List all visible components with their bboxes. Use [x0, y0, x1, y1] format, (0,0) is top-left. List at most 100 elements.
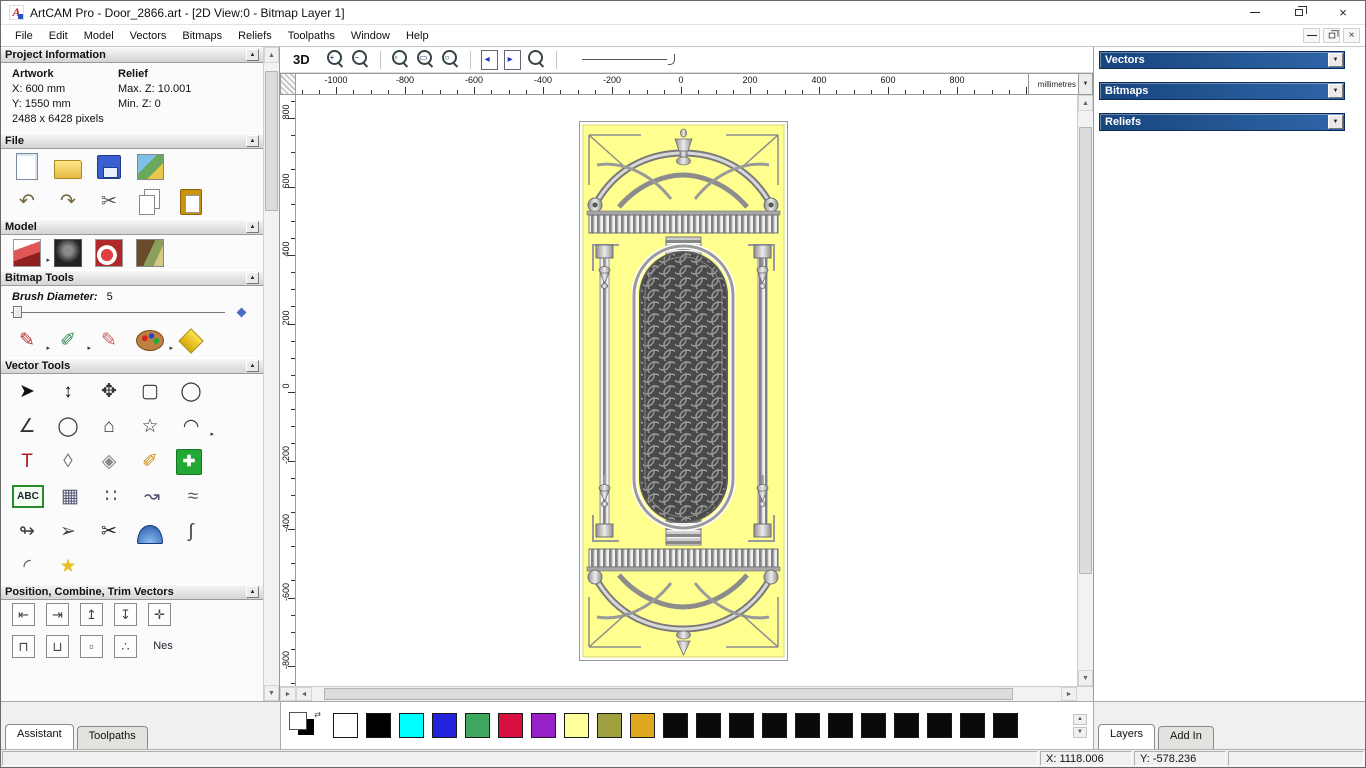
- flyout-arrow-icon[interactable]: ▸: [169, 345, 173, 352]
- redo-icon[interactable]: ↷: [53, 187, 83, 216]
- flood-fill-icon[interactable]: [176, 326, 206, 355]
- open-file-icon[interactable]: [53, 152, 83, 181]
- next-bitmap-layer-icon[interactable]: ▸: [503, 49, 521, 70]
- align-bottom-icon[interactable]: ↧: [114, 603, 137, 626]
- join-vectors-icon[interactable]: ↬: [12, 517, 42, 546]
- palette-scroll-up-icon[interactable]: ▲: [1073, 713, 1087, 725]
- ruler-units-dropdown[interactable]: millimetres ▼: [1029, 73, 1093, 95]
- collapse-section-icon[interactable]: ▲: [246, 135, 259, 147]
- vertical-ruler[interactable]: 800 600 400 200 0 -200 -400 -600 -800: [280, 95, 296, 686]
- scroll-down-icon[interactable]: ▼: [264, 685, 279, 701]
- create-star-icon[interactable]: ☆: [135, 412, 165, 441]
- zoom-fit-icon[interactable]: ▭: [415, 49, 436, 70]
- palette-swatch-7[interactable]: [564, 713, 589, 738]
- slider-thumb[interactable]: [13, 306, 22, 318]
- palette-swatch-13[interactable]: [762, 713, 787, 738]
- scroll-up-icon[interactable]: ▲: [264, 47, 279, 63]
- paint-selective-icon[interactable]: ✐ ▸: [53, 326, 91, 355]
- palette-swatch-1[interactable]: [366, 713, 391, 738]
- sculpt-model-icon[interactable]: [94, 238, 124, 267]
- colour-palette-icon[interactable]: ▸: [135, 326, 173, 355]
- cut-icon[interactable]: ✂: [94, 187, 124, 216]
- line-width-slider[interactable]: [581, 54, 675, 65]
- horizontal-ruler[interactable]: -1000 -800 -600 -400 -200 0 200 400 600 800: [296, 73, 1029, 95]
- paste-along-curve-icon[interactable]: ↝: [137, 482, 167, 511]
- draw-colour-icon[interactable]: ✎: [94, 326, 124, 355]
- door-artwork[interactable]: [579, 121, 788, 661]
- flyout-arrow-icon[interactable]: ▸: [46, 345, 50, 352]
- close-button[interactable]: ×: [1321, 1, 1365, 24]
- panel-header-bitmaps[interactable]: Bitmaps ▼: [1099, 82, 1345, 100]
- menu-bitmaps[interactable]: Bitmaps: [174, 28, 230, 44]
- trim-vectors-icon[interactable]: ✂: [94, 517, 124, 546]
- palette-swatch-18[interactable]: [927, 713, 952, 738]
- texture-relief-icon[interactable]: [135, 238, 165, 267]
- title-bar[interactable]: A ArtCAM Pro - Door_2866.art - [2D View:…: [1, 1, 1365, 25]
- create-rectangle-icon[interactable]: ▢: [135, 377, 165, 406]
- palette-swatch-12[interactable]: [729, 713, 754, 738]
- section-header-model[interactable]: Model ▲: [1, 219, 263, 235]
- scroll-down-icon[interactable]: ▼: [1078, 670, 1093, 686]
- collapse-section-icon[interactable]: ▲: [246, 360, 259, 372]
- copy-icon[interactable]: [135, 187, 165, 216]
- palette-swatch-16[interactable]: [861, 713, 886, 738]
- primary-secondary-colour-icon[interactable]: ⇄: [287, 710, 323, 742]
- menu-edit[interactable]: Edit: [41, 28, 76, 44]
- panel-dropdown-icon[interactable]: ▼: [1328, 115, 1343, 129]
- create-polyline-icon[interactable]: ∠: [12, 412, 42, 441]
- mdi-restore-button[interactable]: [1323, 28, 1340, 43]
- panel-dropdown-icon[interactable]: ▼: [1328, 84, 1343, 98]
- palette-swatch-15[interactable]: [828, 713, 853, 738]
- palette-swatch-9[interactable]: [630, 713, 655, 738]
- measure-arrow-icon[interactable]: ➢: [53, 517, 83, 546]
- palette-swatch-2[interactable]: [399, 713, 424, 738]
- zoom-window-icon[interactable]: ▫: [390, 49, 411, 70]
- palette-scroll-down-icon[interactable]: ▼: [1073, 726, 1087, 738]
- mdi-minimize-button[interactable]: [1303, 28, 1320, 43]
- section-header-position-combine-trim[interactable]: Position, Combine, Trim Vectors ▲: [1, 584, 263, 600]
- flyout-arrow-icon[interactable]: ▸: [46, 257, 50, 264]
- menu-window[interactable]: Window: [343, 28, 398, 44]
- scrollbar-thumb[interactable]: [1079, 127, 1092, 575]
- fit-curves-icon[interactable]: ≈: [178, 482, 208, 511]
- combine-union-icon[interactable]: ⊓: [12, 635, 35, 658]
- scrollbar-thumb[interactable]: [324, 688, 1014, 700]
- select-vectors-icon[interactable]: ➤: [12, 377, 42, 406]
- create-polygon-icon[interactable]: ⌂: [94, 412, 124, 441]
- palette-swatch-11[interactable]: [696, 713, 721, 738]
- palette-swatch-3[interactable]: [432, 713, 457, 738]
- paste-icon[interactable]: [176, 187, 206, 216]
- tab-assistant[interactable]: Assistant: [5, 724, 74, 749]
- tab-layers[interactable]: Layers: [1098, 724, 1156, 749]
- spline-edit-icon[interactable]: ∫: [176, 517, 206, 546]
- menu-reliefs[interactable]: Reliefs: [230, 28, 280, 44]
- restore-button[interactable]: [1277, 1, 1321, 24]
- menu-file[interactable]: File: [7, 28, 41, 44]
- menu-model[interactable]: Model: [76, 28, 122, 44]
- zoom-objects-icon[interactable]: ○: [440, 49, 461, 70]
- section-header-bitmap-tools[interactable]: Bitmap Tools ▲: [1, 270, 263, 286]
- previous-bitmap-layer-icon[interactable]: ◂: [480, 49, 498, 70]
- palette-swatch-19[interactable]: [960, 713, 985, 738]
- create-arc-icon[interactable]: ◠ ▸: [176, 412, 214, 441]
- nest-dots-icon[interactable]: ∷: [96, 482, 126, 511]
- slider-track[interactable]: [11, 312, 225, 313]
- dropdown-arrow-icon[interactable]: ▼: [1078, 74, 1092, 94]
- section-header-file[interactable]: File ▲: [1, 133, 263, 149]
- menu-vectors[interactable]: Vectors: [122, 28, 175, 44]
- section-header-project-information[interactable]: Project Information ▲: [1, 47, 263, 63]
- offset-vectors-icon[interactable]: ◈: [94, 447, 124, 476]
- canvas-2d-view[interactable]: [296, 95, 1077, 686]
- mdi-close-button[interactable]: ×: [1343, 28, 1360, 43]
- palette-swatch-8[interactable]: [597, 713, 622, 738]
- zoom-in-icon[interactable]: +: [325, 49, 346, 70]
- swap-colours-icon[interactable]: ⇄: [314, 710, 321, 719]
- bitmap-to-vector-icon[interactable]: ★: [53, 552, 83, 581]
- combine-subtract-icon[interactable]: ⊔: [46, 635, 69, 658]
- collapse-section-icon[interactable]: ▲: [246, 586, 259, 598]
- collapse-section-icon[interactable]: ▲: [246, 49, 259, 61]
- create-ellipse-icon[interactable]: ◯: [53, 412, 83, 441]
- panel-header-vectors[interactable]: Vectors ▼: [1099, 51, 1345, 69]
- block-copy-icon[interactable]: ✚: [176, 448, 202, 475]
- collapse-section-icon[interactable]: ▲: [246, 272, 259, 284]
